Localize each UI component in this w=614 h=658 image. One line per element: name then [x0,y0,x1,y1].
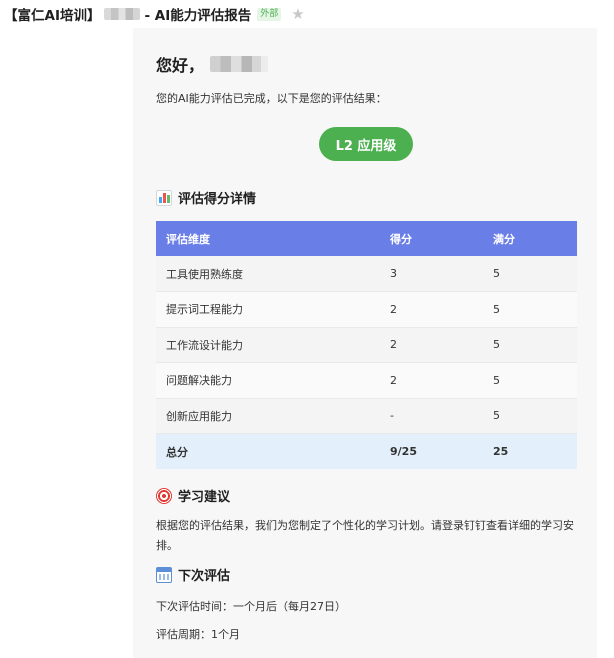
advice-section-label: 学习建议 [178,490,231,505]
next-section-title: 下次评估 [156,565,230,584]
evaluation-cycle: 评估周期：1个月 [156,628,240,641]
total-label-cell: 总分 [156,433,380,469]
score-cell: 2 [380,291,483,328]
calendar-icon [156,566,172,583]
email-subject: 【富仁AI培训】 - AI能力评估报告 外部 [4,4,282,24]
max-score-cell: 5 [483,398,577,434]
score-cell: 2 [380,362,483,399]
bar-chart-icon [156,189,172,206]
max-score-cell: 5 [483,291,577,328]
column-header: 满分 [493,232,515,246]
dimension-cell: 提示词工程能力 [156,291,380,328]
max-score-cell: 5 [483,362,577,399]
external-tag: 外部 [257,7,282,21]
email-body: 您好， 您的AI能力评估已完成，以下是您的评估结果： L2 应用级 评估得分详情… [133,28,597,658]
intro-text: 您的AI能力评估已完成，以下是您的评估结果： [156,92,387,105]
table-row: 工具使用熟练度 3 5 [156,256,577,292]
dimension-cell: 工具使用熟练度 [156,256,380,292]
greeting: 您好， [156,52,269,76]
redacted-name [210,56,269,72]
table-header-row: 评估维度 得分 满分 [156,221,577,256]
score-cell: - [380,398,483,434]
advice-section-title: 学习建议 [156,486,230,505]
max-score-cell: 5 [483,256,577,292]
score-table: 评估维度 得分 满分 工具使用熟练度 3 5 提示词工程能力 2 5 工作流设计… [156,221,577,469]
level-badge: L2 应用级 [319,127,413,161]
subject-prefix: 【富仁AI培训】 [4,8,101,24]
table-row: 提示词工程能力 2 5 [156,291,577,328]
dimension-cell: 工作流设计能力 [156,327,380,363]
subject-suffix: - AI能力评估报告 [144,8,252,24]
score-cell: 3 [380,256,483,292]
dimension-cell: 问题解决能力 [156,362,380,399]
score-section-title: 评估得分详情 [156,188,256,207]
right-margin [597,28,614,658]
score-cell: 2 [380,327,483,363]
total-score-cell: 9/25 [380,433,483,469]
table-row: 创新应用能力 - 5 [156,398,577,434]
email-header: 【富仁AI培训】 - AI能力评估报告 外部 ★ [0,0,614,28]
total-max-cell: 25 [483,433,577,469]
advice-text: 根据您的评估结果，我们为您制定了个性化的学习计划。请登录钉钉查看详细的学习安排。 [156,519,574,552]
score-section-label: 评估得分详情 [178,192,257,207]
column-header: 评估维度 [166,232,210,246]
next-section-label: 下次评估 [178,569,231,584]
dimension-cell: 创新应用能力 [156,398,380,434]
table-row: 工作流设计能力 2 5 [156,327,577,363]
star-icon[interactable]: ★ [291,6,304,22]
redacted-recipient [104,8,141,20]
target-icon [156,487,172,504]
table-row: 问题解决能力 2 5 [156,362,577,399]
next-evaluation-time: 下次评估时间：一个月后（每月27日） [156,600,346,613]
column-header: 得分 [390,232,412,246]
total-row: 总分 9/25 25 [156,433,577,469]
max-score-cell: 5 [483,327,577,363]
left-margin [7,28,133,658]
greeting-text: 您好， [156,56,205,75]
